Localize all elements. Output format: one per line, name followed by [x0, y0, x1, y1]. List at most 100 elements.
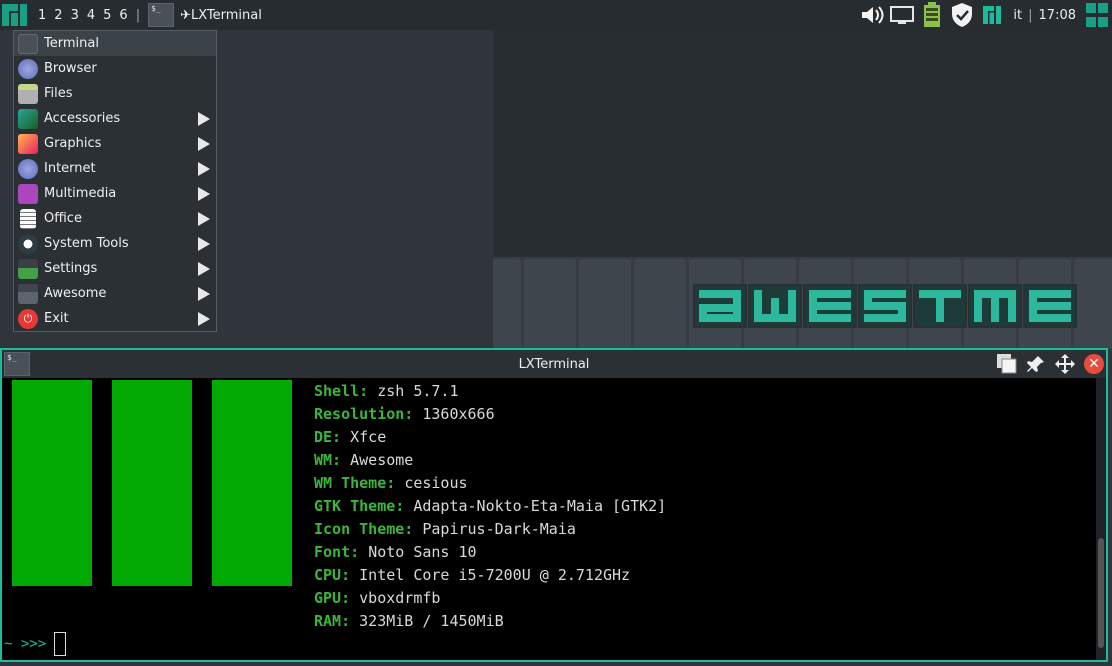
menu-item-label: Browser — [44, 61, 97, 76]
wallpaper-tile — [1074, 331, 1112, 349]
pin-icon[interactable] — [1024, 352, 1048, 376]
wallpaper-tile — [493, 331, 521, 349]
info-row-gtk-theme: GTK Theme: Adapta-Nokto-Eta-Maia [GTK2] — [314, 497, 667, 515]
wallpaper-tile — [909, 331, 961, 349]
info-row-cpu: CPU: Intel Core i5-7200U @ 2.712GHz — [314, 566, 631, 584]
wallpaper-tile — [634, 331, 686, 349]
menu-item-label: Internet — [44, 161, 96, 176]
tag-4[interactable]: 4 — [83, 8, 99, 23]
wallpaper-tile — [1019, 331, 1071, 349]
submenu-arrow-icon — [198, 262, 210, 276]
network-icon[interactable] — [889, 2, 915, 28]
menu-item-awesome[interactable]: Awesome — [14, 281, 216, 306]
wallpaper-tile — [524, 331, 576, 349]
menu-item-browser[interactable]: Browser — [14, 56, 216, 81]
tag-6[interactable]: 6 — [115, 8, 131, 23]
manjaro-logo-icon[interactable] — [2, 2, 28, 28]
submenu-arrow-icon — [198, 112, 210, 126]
wallpaper-tile — [689, 331, 741, 349]
menu-item-label: Graphics — [44, 136, 102, 151]
wallpaper-tile — [799, 331, 851, 349]
submenu-arrow-icon — [198, 312, 210, 326]
menu-item-settings[interactable]: Settings — [14, 256, 216, 281]
maximize-icon[interactable] — [995, 352, 1019, 376]
neofetch-logo-bar-3 — [212, 380, 292, 586]
internet-icon — [18, 158, 38, 179]
browser-icon — [18, 58, 38, 79]
panel-separator: | — [135, 7, 141, 23]
info-row-icon-theme: Icon Theme: Papirus-Dark-Maia — [314, 520, 576, 538]
menu-item-label: Files — [44, 86, 73, 101]
keyboard-layout[interactable]: it — [1013, 8, 1022, 23]
layout-icon[interactable] — [1084, 2, 1110, 28]
system-info: Shell: zsh 5.7.1 Resolution: 1360x666 DE… — [314, 380, 666, 633]
shell-prompt[interactable]: ~ >>> — [4, 632, 67, 656]
settings-icon — [18, 258, 38, 279]
office-icon — [20, 208, 36, 229]
wallpaper-tile — [854, 331, 906, 349]
shield-icon[interactable] — [949, 2, 975, 28]
tag-3[interactable]: 3 — [67, 8, 83, 23]
clock-separator: | — [1028, 7, 1033, 23]
menu-item-multimedia[interactable]: Multimedia — [14, 181, 216, 206]
clock[interactable]: 17:08 — [1039, 8, 1076, 23]
info-row-gpu: GPU: vboxdrmfb — [314, 589, 441, 607]
info-row-shell: Shell: zsh 5.7.1 — [314, 382, 459, 400]
menu-item-label: Multimedia — [44, 186, 117, 201]
files-icon — [18, 83, 38, 104]
tag-list: 1 2 3 4 5 6 — [34, 8, 132, 23]
wallpaper-tile — [744, 331, 796, 349]
volume-icon[interactable] — [859, 2, 885, 28]
neofetch-logo-bar-2 — [112, 380, 192, 586]
submenu-arrow-icon — [198, 162, 210, 176]
info-row-font: Font: Noto Sans 10 — [314, 543, 477, 561]
menu-item-exit[interactable]: ⏻ Exit — [14, 306, 216, 331]
tag-1[interactable]: 1 — [34, 8, 50, 23]
window-titlebar[interactable]: LXTerminal ✕ — [2, 350, 1106, 378]
wallpaper-dark-area — [493, 30, 1112, 257]
menu-item-accessories[interactable]: Accessories — [14, 106, 216, 131]
move-icon[interactable] — [1053, 352, 1077, 376]
taskbar-item-lxterminal[interactable]: ✈LXTerminal — [148, 3, 262, 27]
awesome-icon — [18, 283, 38, 304]
menu-item-label: Office — [44, 211, 82, 226]
menu-item-label: Settings — [44, 261, 98, 276]
menu-item-graphics[interactable]: Graphics — [14, 131, 216, 156]
submenu-arrow-icon — [198, 137, 210, 151]
menu-item-office[interactable]: Office — [14, 206, 216, 231]
terminal-output[interactable]: Shell: zsh 5.7.1 Resolution: 1360x666 DE… — [2, 378, 1096, 660]
terminal-icon — [18, 33, 38, 54]
menu-item-system-tools[interactable]: System Tools — [14, 231, 216, 256]
info-row-de: DE: Xfce — [314, 428, 387, 446]
submenu-arrow-icon — [198, 212, 210, 226]
menu-item-terminal[interactable]: Terminal — [14, 31, 216, 56]
system-tray: it | 17:08 — [857, 0, 1112, 30]
wallpaper-tile — [964, 331, 1016, 349]
neofetch-logo-bar-1 — [12, 380, 92, 586]
info-row-wm-theme: WM Theme: cesious — [314, 474, 468, 492]
tag-2[interactable]: 2 — [50, 8, 66, 23]
info-row-resolution: Resolution: 1360x666 — [314, 405, 495, 423]
terminal-window: LXTerminal ✕ Shell: zsh 5.7.1 Resolution… — [0, 348, 1108, 662]
window-controls: ✕ — [990, 352, 1106, 376]
terminal-icon — [148, 3, 175, 27]
window-title: LXTerminal — [518, 357, 590, 372]
submenu-arrow-icon — [198, 237, 210, 251]
info-row-ram: RAM: 323MiB / 1450MiB — [314, 612, 504, 630]
menu-item-label: Terminal — [44, 36, 99, 51]
text-cursor — [54, 632, 67, 656]
battery-icon[interactable] — [919, 2, 945, 28]
menu-item-files[interactable]: Files — [14, 81, 216, 106]
menu-item-label: System Tools — [44, 236, 129, 251]
manjaro-tray-icon[interactable] — [979, 2, 1005, 28]
close-button[interactable]: ✕ — [1082, 352, 1106, 376]
menu-item-label: Awesome — [44, 286, 107, 301]
tag-5[interactable]: 5 — [99, 8, 115, 23]
graphics-icon — [18, 133, 38, 154]
terminal-scrollbar[interactable] — [1096, 378, 1106, 660]
menu-item-internet[interactable]: Internet — [14, 156, 216, 181]
application-menu: Terminal Browser Files Accessories Graph… — [13, 30, 217, 332]
system-tools-icon — [18, 233, 38, 254]
menu-item-label: Exit — [44, 311, 69, 326]
top-panel: 1 2 3 4 5 6 | ✈LXTerminal it | 17:08 — [0, 0, 1112, 30]
